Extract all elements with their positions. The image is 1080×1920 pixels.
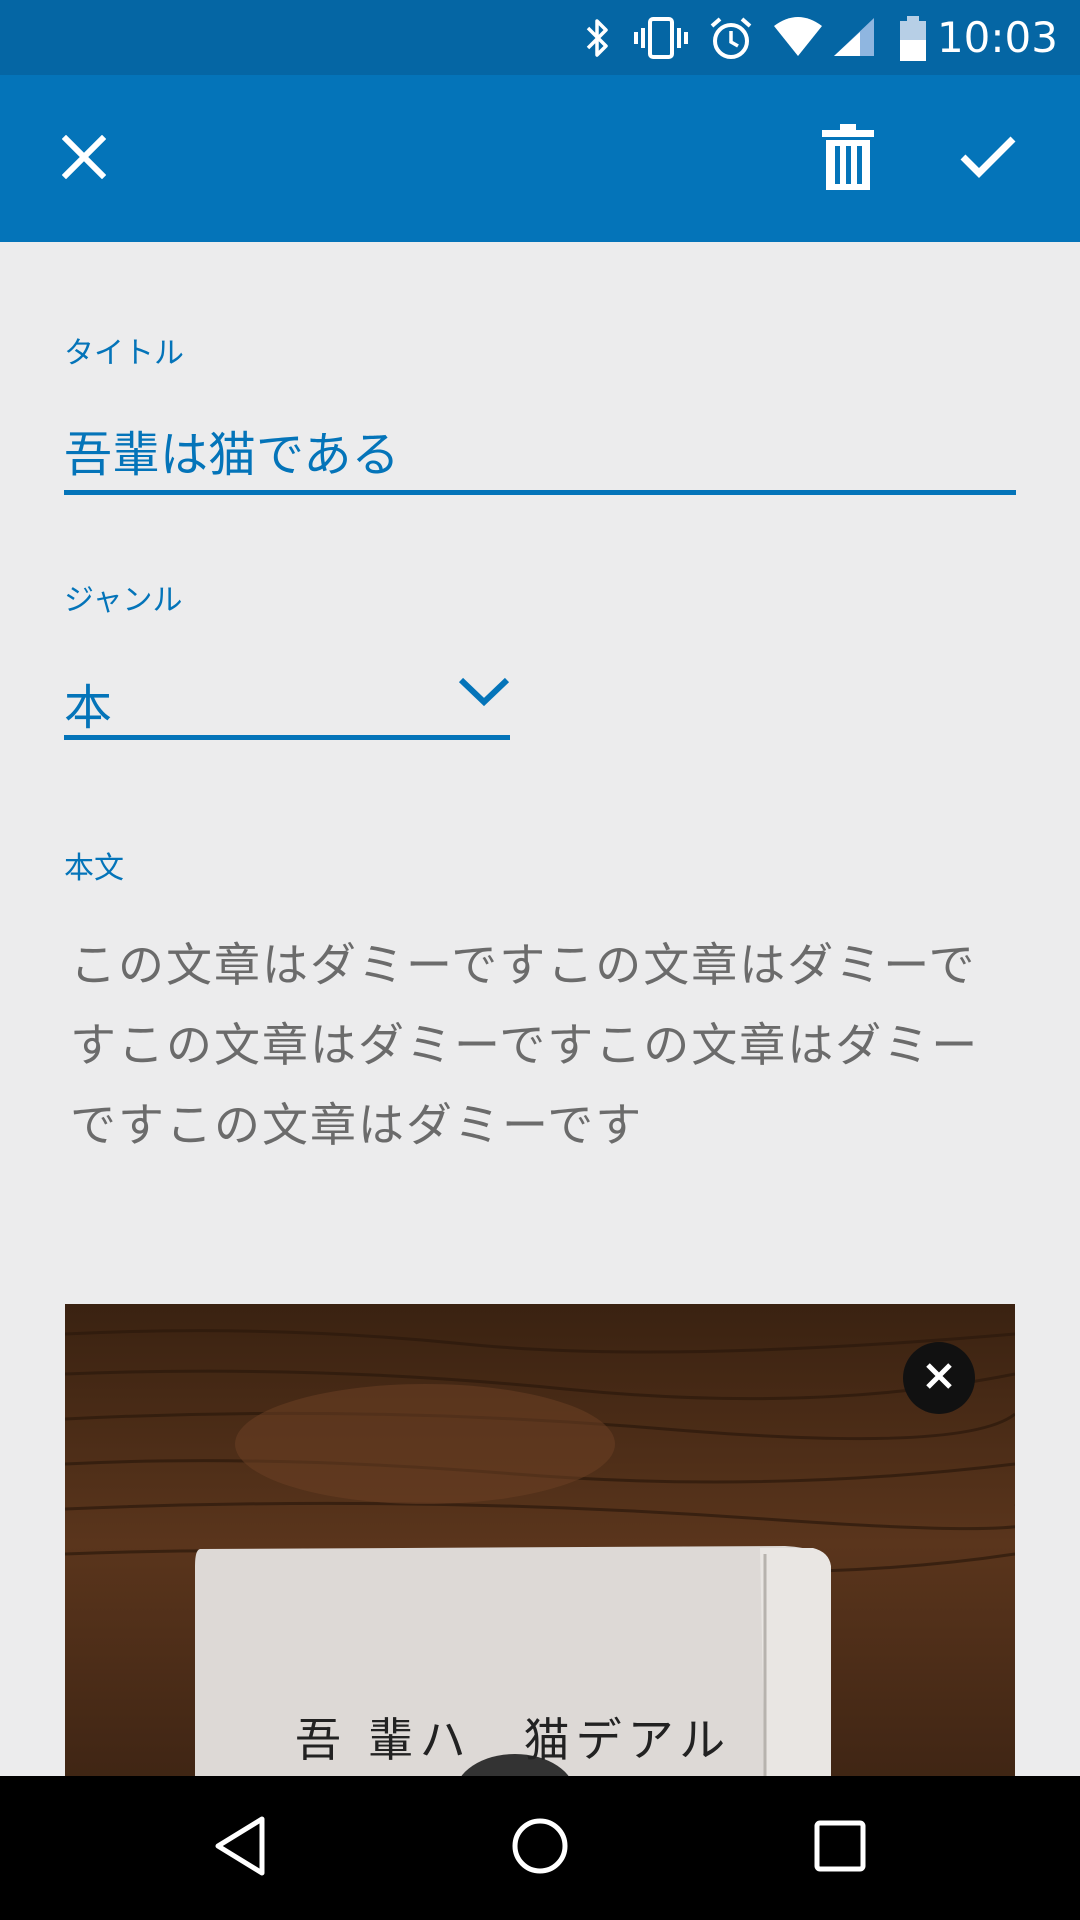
- navigation-bar: [0, 1776, 1080, 1920]
- close-icon: [61, 134, 107, 183]
- save-button[interactable]: [944, 115, 1032, 203]
- alarm-icon: [708, 16, 754, 66]
- cell-signal-icon: [832, 16, 876, 62]
- vibrate-icon: [633, 16, 689, 64]
- delete-button[interactable]: [804, 115, 892, 203]
- back-button[interactable]: [190, 1798, 290, 1898]
- battery-icon: [898, 16, 928, 66]
- bluetooth-icon: [580, 16, 616, 64]
- attached-image: 吾 輩ハ 猫デアル: [65, 1304, 1015, 1784]
- genre-selected-value: 本: [64, 680, 113, 736]
- close-button[interactable]: [40, 115, 128, 203]
- body-label: 本文: [64, 851, 124, 886]
- home-button[interactable]: [490, 1798, 590, 1898]
- body-textarea[interactable]: この文章はダミーですこの文章はダミーですこの文章はダミーですこの文章はダミーです…: [70, 925, 1020, 1165]
- check-icon: [959, 135, 1017, 183]
- wifi-icon: [772, 16, 824, 62]
- recents-button[interactable]: [790, 1798, 890, 1898]
- remove-image-button[interactable]: [903, 1342, 975, 1414]
- home-icon: [511, 1817, 569, 1879]
- book-cover-text: 吾 輩ハ 猫デアル: [295, 1713, 732, 1767]
- app-bar: [0, 75, 1080, 242]
- close-icon: [925, 1362, 953, 1394]
- title-label: タイトル: [64, 336, 184, 371]
- status-bar: 10:03: [0, 0, 1080, 75]
- status-time: 10:03: [936, 13, 1058, 62]
- note-edit-screen: 10:03 タイトル 吾輩は猫である ジャンル 本 本文 この文章はダミーですこ…: [0, 0, 1080, 1920]
- back-icon: [212, 1815, 268, 1881]
- chevron-down-icon: [458, 674, 510, 712]
- trash-icon: [822, 124, 874, 194]
- recents-icon: [814, 1820, 866, 1876]
- genre-label: ジャンル: [64, 583, 183, 618]
- genre-dropdown[interactable]: 本: [64, 660, 510, 740]
- title-input[interactable]: [64, 410, 1016, 495]
